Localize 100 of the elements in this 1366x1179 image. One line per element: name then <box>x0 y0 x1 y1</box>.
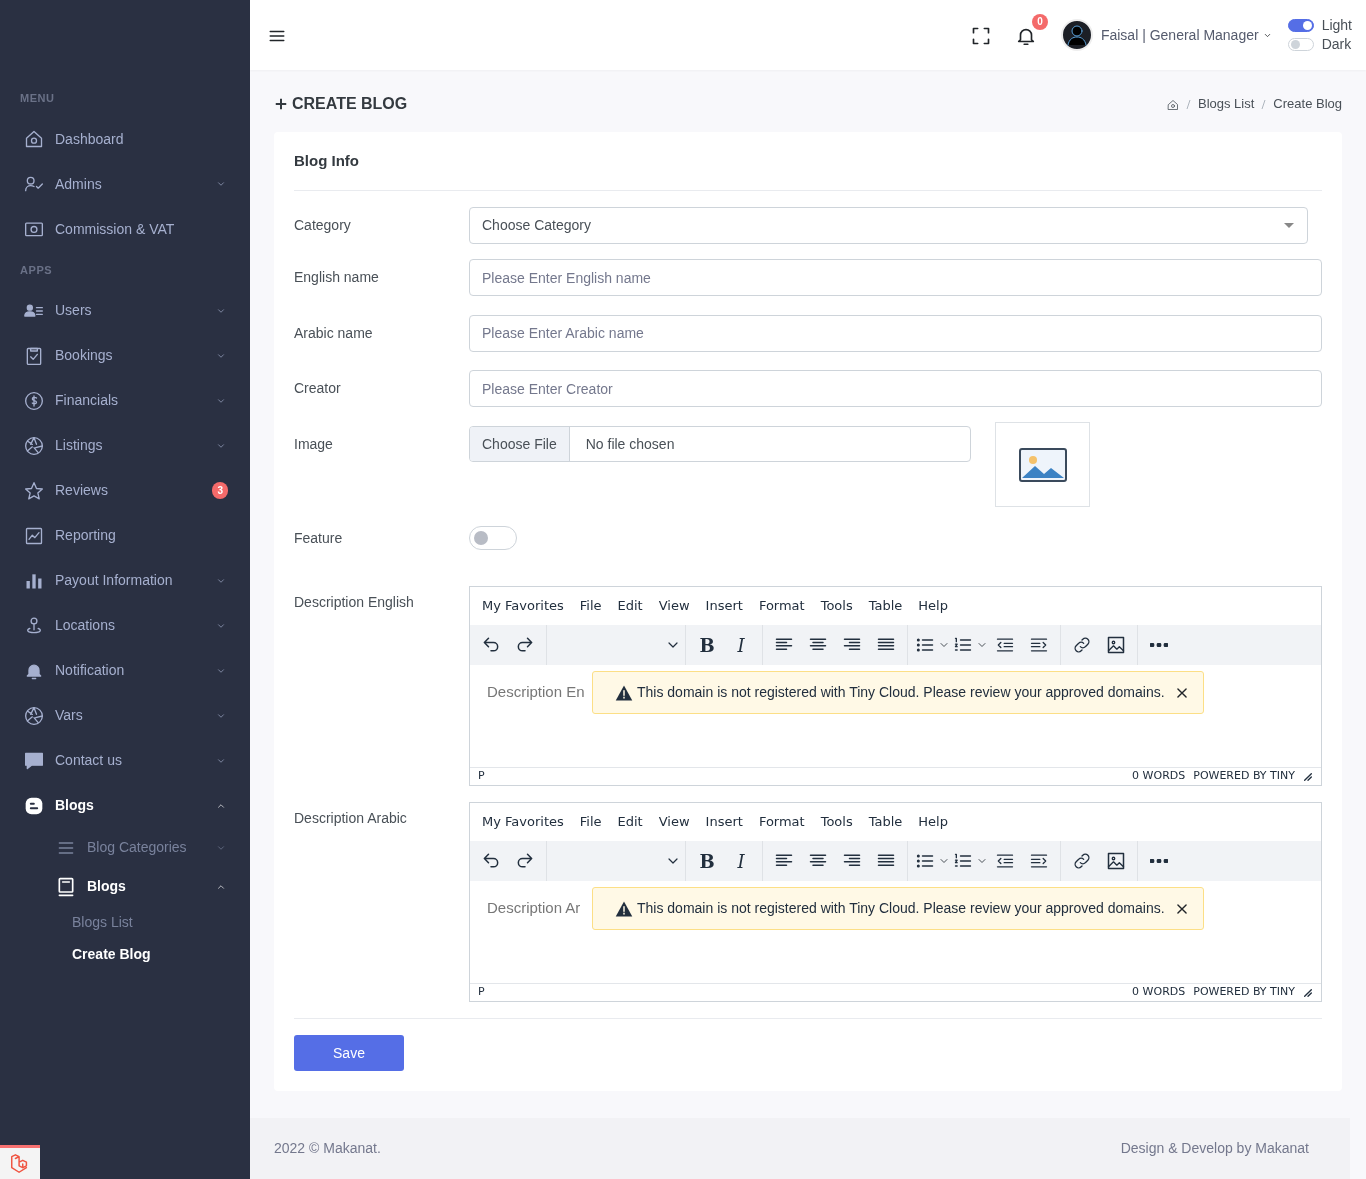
theme-switch[interactable]: Dark <box>1287 35 1352 54</box>
sidebar-item[interactable]: Dashboard <box>0 116 250 162</box>
editor-menu-item[interactable]: Insert <box>697 812 751 832</box>
editor-menu-item[interactable]: Table <box>860 596 911 616</box>
image-icon <box>1106 635 1126 655</box>
blog-icon <box>24 795 44 816</box>
sidebar-item[interactable]: Notification <box>0 648 250 693</box>
field-label: Image <box>294 435 334 454</box>
link-icon <box>1072 635 1092 655</box>
element-path: P <box>478 768 486 785</box>
breadcrumb-link[interactable]: Blogs List <box>1197 94 1255 114</box>
bold-button[interactable]: B <box>690 628 724 662</box>
section-heading: MENU <box>19 91 56 106</box>
card-title: Blog Info <box>294 148 1322 191</box>
editor-placeholder: Description En <box>487 683 585 700</box>
sidebar-item[interactable]: Blogs List <box>0 906 250 938</box>
editor-menu-item[interactable]: Help <box>910 812 956 832</box>
undo-icon <box>481 635 501 655</box>
resize-handle-icon[interactable] <box>1303 771 1313 782</box>
sidebar-item[interactable]: Payout Information <box>0 558 250 603</box>
sidebar-item[interactable]: Create Blog <box>0 938 250 970</box>
sidebar-item[interactable]: Listings <box>0 423 250 468</box>
sidebar-item[interactable]: Users <box>0 288 250 333</box>
italic-button[interactable]: I <box>724 844 758 878</box>
link-icon <box>1072 851 1092 871</box>
book-icon <box>56 876 76 897</box>
notice-text: This domain is not registered with Tiny Cloud. Please review your approved domains. <box>637 899 1166 918</box>
star-icon <box>24 480 44 501</box>
italic-button[interactable]: I <box>724 628 758 662</box>
undo-icon <box>481 851 501 871</box>
sidebar-item[interactable]: Blogs <box>0 783 250 828</box>
editor-text-area[interactable]: Description En This domain is not registered with Tiny Cloud. Please review your approved domains. <box>470 665 1321 767</box>
field-label: Feature <box>294 528 344 548</box>
bold-button[interactable]: B <box>690 844 724 878</box>
editor-menu-item[interactable]: Tools <box>812 596 861 616</box>
sidebar-item[interactable]: Admins <box>0 161 250 207</box>
word-count: 0 WORDS <box>1132 768 1186 785</box>
editor-menu-item[interactable]: Edit <box>609 812 651 832</box>
close-icon <box>1175 902 1189 917</box>
avatar-icon <box>1060 19 1093 51</box>
sidebar-item[interactable]: Reporting <box>0 513 250 558</box>
copyright-text: 2022 © Makanat. <box>274 1139 381 1158</box>
editor-menu-item[interactable]: View <box>650 596 698 616</box>
text-input[interactable]: Please Enter Creator <box>469 370 1322 407</box>
category-select[interactable]: Choose Category <box>469 206 1308 244</box>
field-label: Description Arabic <box>294 809 408 828</box>
home-icon <box>1166 98 1179 111</box>
brand-text: POWERED BY TINY <box>1193 768 1295 785</box>
choose-file-button[interactable]: Choose File <box>470 427 570 461</box>
theme-switch[interactable]: Light <box>1287 16 1352 35</box>
editor-menu-item[interactable]: Format <box>750 812 813 832</box>
sidebar-item[interactable]: Bookings <box>0 333 250 378</box>
text-input[interactable]: Please Enter English name <box>469 259 1322 296</box>
editor-menu-item[interactable]: Edit <box>609 596 651 616</box>
field-label: Arabic name <box>294 323 374 343</box>
redo-icon <box>515 635 535 655</box>
sidebar-item[interactable]: Financials <box>0 378 250 423</box>
editor-menu-item[interactable]: Tools <box>812 812 861 832</box>
warning-icon <box>615 683 633 702</box>
close-icon <box>1175 686 1189 701</box>
editor-placeholder: Description Ar <box>487 899 581 916</box>
aperture-icon <box>24 705 44 726</box>
editor-menu-item[interactable]: Table <box>860 812 911 832</box>
redo-icon <box>515 851 535 871</box>
location-pin-icon <box>24 615 44 636</box>
field-label: Creator <box>294 379 342 398</box>
chat-icon <box>24 750 44 771</box>
sidebar-item[interactable]: Contact us <box>0 738 250 783</box>
sidebar-item[interactable]: Blogs <box>0 867 250 906</box>
field-label: Description English <box>294 593 415 612</box>
notification-count: 0 <box>1032 14 1048 30</box>
fullscreen-icon <box>970 25 991 46</box>
editor-menu-item[interactable]: My Favorites <box>474 596 572 616</box>
chart-icon <box>24 525 44 546</box>
editor-menu-item[interactable]: Insert <box>697 596 751 616</box>
warning-icon <box>615 899 633 918</box>
editor-menu-item[interactable]: File <box>571 812 610 832</box>
editor-menu-item[interactable]: My Favorites <box>474 812 572 832</box>
sidebar-item[interactable]: Reviews 3 <box>0 468 250 513</box>
sidebar-item[interactable]: Commission & VAT <box>0 206 250 252</box>
editor-menu-item[interactable]: File <box>571 596 610 616</box>
text-input[interactable]: Please Enter Arabic name <box>469 314 1322 352</box>
home-icon <box>24 129 44 149</box>
sidebar-item[interactable]: Locations <box>0 603 250 648</box>
editor-text-area[interactable]: Description Ar This domain is not registered with Tiny Cloud. Please review your approved domains. <box>470 881 1321 983</box>
brand-text: POWERED BY TINY <box>1193 984 1295 1001</box>
more-icon <box>1150 859 1168 863</box>
editor-menu-item[interactable]: Help <box>910 596 956 616</box>
field-label: English name <box>294 268 380 287</box>
sidebar-item[interactable]: Vars <box>0 693 250 738</box>
page-title: CREATE BLOG <box>292 94 408 114</box>
editor-menu-item[interactable]: View <box>650 812 698 832</box>
field-label: Category <box>294 215 352 235</box>
editor-menu-item[interactable]: Format <box>750 596 813 616</box>
user-menu[interactable]: Faisal | General Manager <box>1060 19 1272 51</box>
file-input[interactable]: Choose File No file chosen <box>469 426 971 462</box>
aperture-icon <box>24 435 44 456</box>
resize-handle-icon[interactable] <box>1303 987 1313 998</box>
credit-text: Design & Develop by Makanat <box>1120 1139 1309 1158</box>
save-button[interactable]: Save <box>294 1035 404 1071</box>
